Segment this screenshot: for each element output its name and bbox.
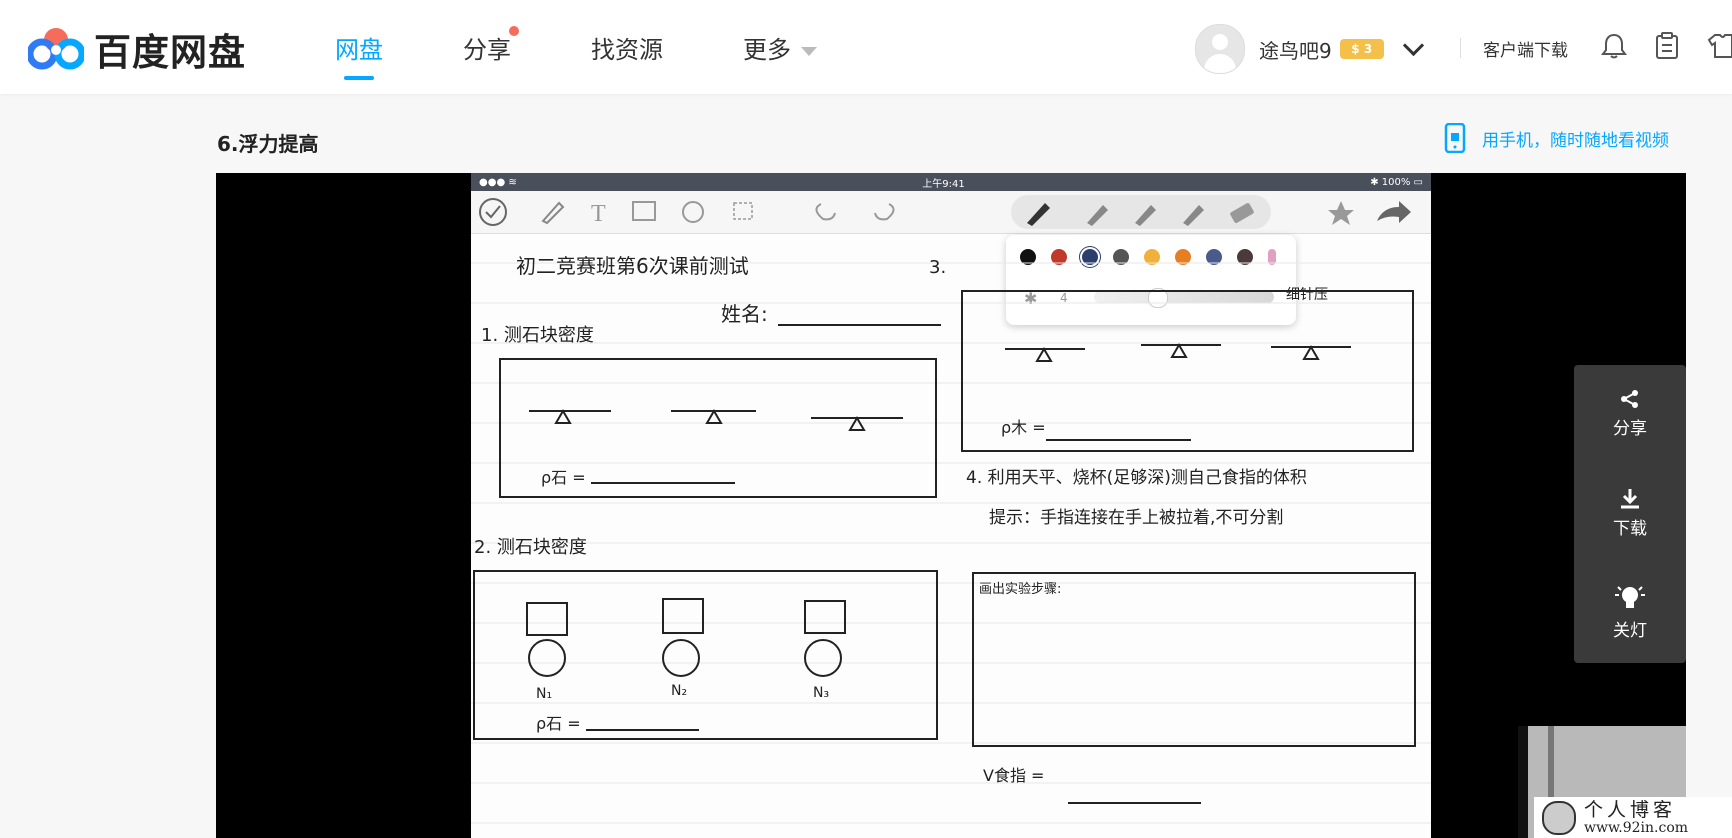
ws-q2-formula: ρ石 = bbox=[536, 714, 581, 733]
ws-q2-label-3: N₃ bbox=[813, 685, 829, 701]
share-label: 分享 bbox=[1613, 419, 1647, 439]
share-icon bbox=[1621, 390, 1638, 408]
camera-edge bbox=[1518, 726, 1528, 838]
ws-name-label: 姓名: bbox=[721, 302, 768, 326]
nav-share-label: 分享 bbox=[463, 36, 511, 64]
ws-q3: 3. bbox=[929, 257, 946, 278]
ws-heading: 初二竞赛班第6次课前测试 bbox=[516, 254, 749, 278]
bell-icon[interactable] bbox=[1601, 32, 1627, 60]
nav-share[interactable]: 分享 bbox=[463, 26, 519, 80]
ws-q4-formula: V食指 = bbox=[983, 766, 1044, 785]
ws-q4-box: 画出实验步骤: bbox=[979, 581, 1061, 597]
status-time: 上午9:41 bbox=[922, 178, 965, 190]
page-title: 6.浮力提高 bbox=[217, 132, 319, 156]
download-button[interactable]: 下载 bbox=[1574, 487, 1686, 539]
caret-down-icon bbox=[801, 46, 817, 56]
top-navigation-bar: 百度网盘 网盘 分享 找资源 更多 途鸟吧9 $ 3 客户端下载 bbox=[0, 0, 1732, 94]
blog-watermark: 个人博客 www.92in.com bbox=[1534, 797, 1732, 838]
nav-more[interactable]: 更多 bbox=[743, 30, 817, 80]
ws-q2-label-1: N₁ bbox=[536, 686, 552, 702]
main-nav: 网盘 分享 找资源 更多 bbox=[335, 26, 897, 80]
ws-q2-label-2: N₂ bbox=[671, 683, 687, 699]
user-menu[interactable]: 途鸟吧9 $ 3 bbox=[1195, 24, 1424, 74]
watermark-text: 个人博客 www.92in.com bbox=[1584, 800, 1688, 836]
nav-find-resources-label: 找资源 bbox=[591, 36, 663, 64]
battery-status: ✱ 100% ▭ bbox=[1370, 176, 1423, 188]
baidu-netdisk-logo[interactable]: 百度网盘 bbox=[28, 22, 246, 76]
ws-q4-hint: 提示：手指连接在手上被拉着,不可分割 bbox=[989, 508, 1283, 528]
download-icon bbox=[1621, 489, 1639, 509]
nav-netdisk-label: 网盘 bbox=[335, 36, 383, 64]
clipboard-icon[interactable] bbox=[1655, 32, 1679, 60]
mobile-hint: 用手机，随时随地看视频 bbox=[1482, 130, 1669, 151]
watermark-line2: www.92in.com bbox=[1584, 819, 1689, 836]
divider bbox=[1460, 38, 1461, 58]
shirt-icon[interactable] bbox=[1707, 32, 1732, 60]
mobile-watch-link[interactable]: 用手机，随时随地看视频 bbox=[1444, 123, 1669, 153]
vip-badge: $ 3 bbox=[1339, 39, 1384, 59]
watermark-avatar bbox=[1542, 800, 1576, 835]
chevron-down-icon[interactable] bbox=[1402, 34, 1424, 56]
avatar[interactable] bbox=[1195, 24, 1245, 74]
drawing-toolbar: T bbox=[471, 191, 1431, 234]
worksheet-drawing: 初二竞赛班第6次课前测试 姓名: 1. 测石块密度 ρ石 = 2. 测石块密度 … bbox=[471, 254, 1431, 824]
video-frame: ●●● ≋ 上午9:41 ✱ 100% ▭ T ✱ 4 初二竞赛班第6次课前测试… bbox=[471, 173, 1686, 838]
lights-off-label: 关灯 bbox=[1613, 621, 1647, 641]
share-button[interactable]: 分享 bbox=[1574, 389, 1686, 439]
video-player[interactable]: ●●● ≋ 上午9:41 ✱ 100% ▭ T ✱ 4 初二竞赛班第6次课前测试… bbox=[216, 173, 1686, 838]
watermark-line1: 个人博客 bbox=[1584, 798, 1677, 821]
pen-icons bbox=[1027, 201, 1411, 226]
download-label: 下载 bbox=[1613, 519, 1647, 539]
ws-q1: 1. 测石块密度 bbox=[481, 325, 594, 346]
brand-name: 百度网盘 bbox=[94, 31, 246, 74]
cloud-logo-icon bbox=[28, 28, 84, 70]
vip-level: 3 bbox=[1363, 42, 1373, 56]
nav-find-resources[interactable]: 找资源 bbox=[591, 30, 663, 80]
bulb-icon bbox=[1615, 586, 1645, 608]
battery-level: 100% bbox=[1381, 176, 1411, 188]
ws-q1-formula: ρ石 = bbox=[541, 468, 586, 487]
player-side-panel: 分享 下载 关灯 bbox=[1574, 365, 1686, 663]
username: 途鸟吧9 bbox=[1259, 38, 1332, 63]
nav-more-label: 更多 bbox=[743, 36, 791, 64]
phone-icon bbox=[1444, 123, 1466, 153]
ipad-status-bar: ●●● ≋ 上午9:41 ✱ 100% ▭ bbox=[471, 173, 1431, 191]
client-download-link[interactable]: 客户端下载 bbox=[1483, 36, 1568, 61]
nav-netdisk[interactable]: 网盘 bbox=[335, 30, 383, 80]
ws-q3-formula: ρ木 = bbox=[1001, 418, 1046, 437]
ws-q2: 2. 测石块密度 bbox=[474, 537, 587, 558]
ws-q3-note: 细针压 bbox=[1286, 287, 1328, 303]
notification-dot bbox=[509, 26, 519, 36]
ws-q4: 4. 利用天平、烧杯(足够深)测自己食指的体积 bbox=[966, 468, 1307, 488]
lights-off-button[interactable]: 关灯 bbox=[1574, 585, 1686, 641]
signal-icon: ●●● ≋ bbox=[479, 176, 517, 188]
